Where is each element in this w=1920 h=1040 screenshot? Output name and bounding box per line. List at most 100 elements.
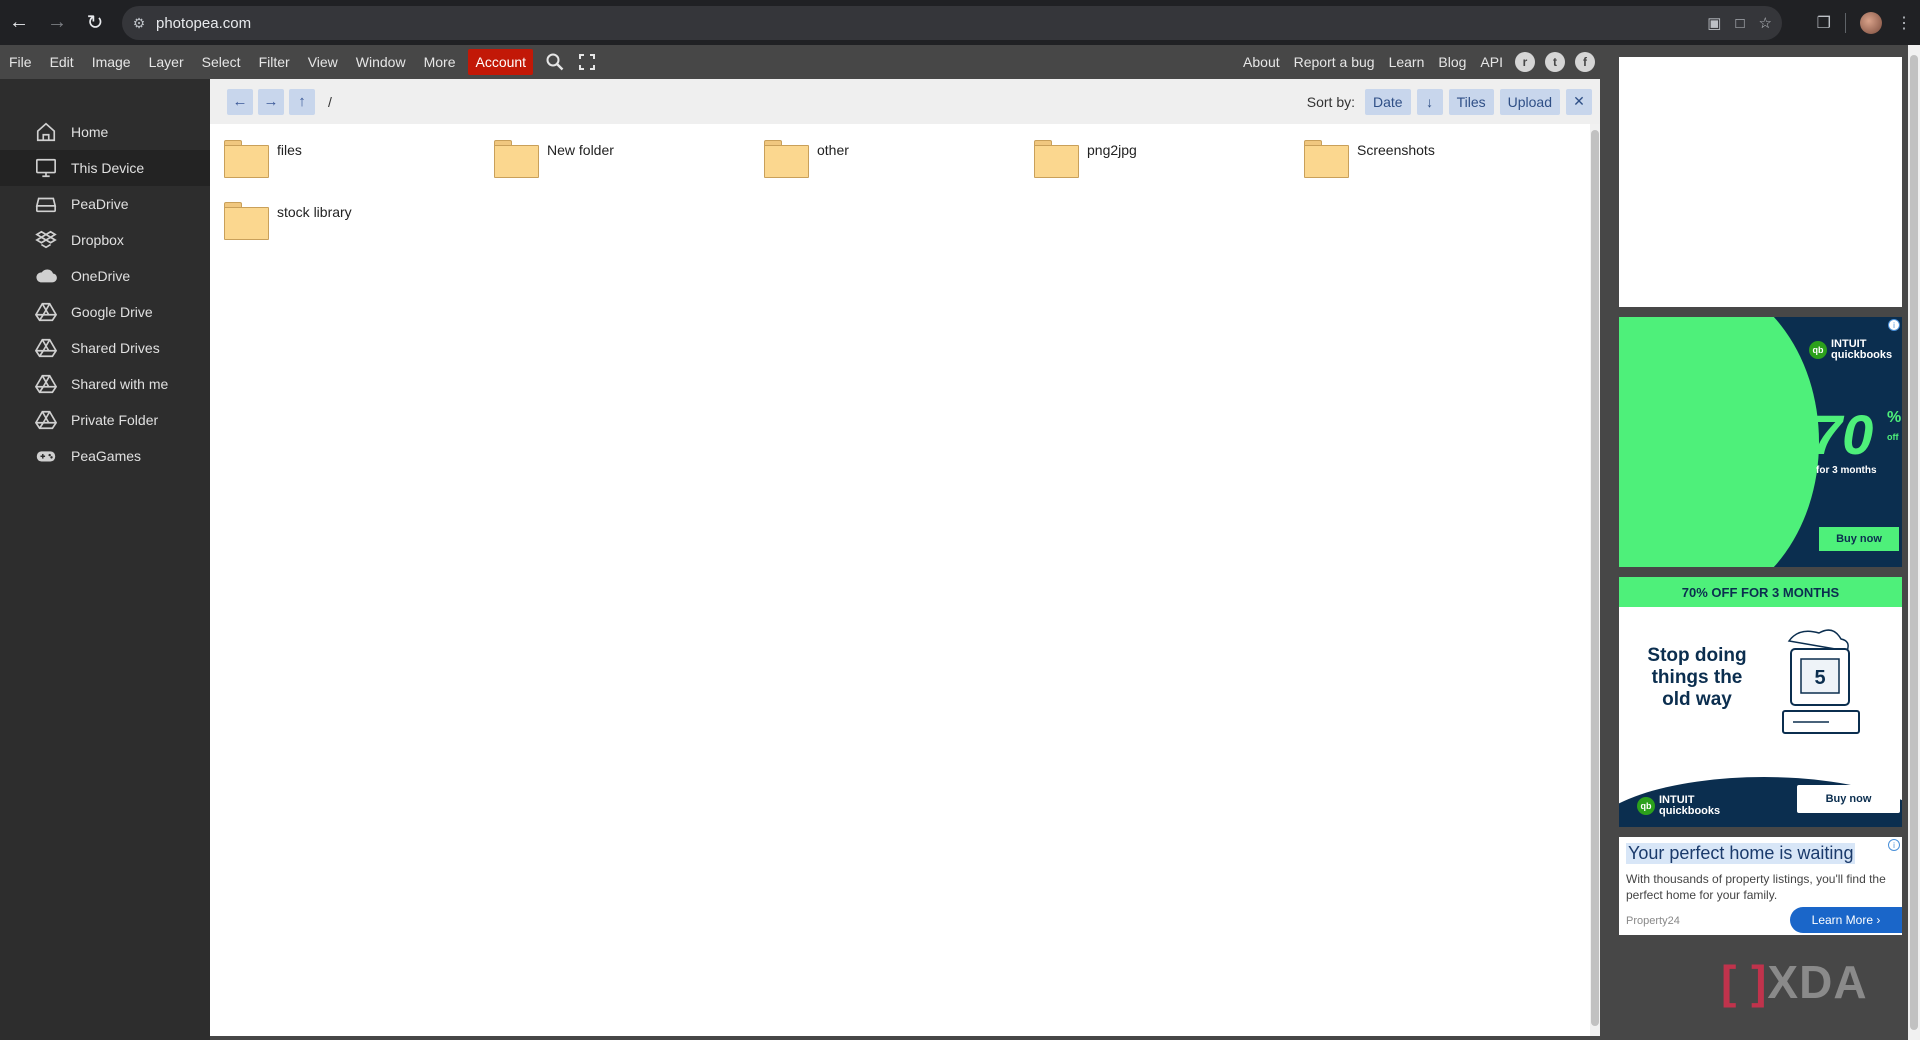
reddit-icon[interactable]: r xyxy=(1510,45,1540,79)
menu-blog[interactable]: Blog xyxy=(1431,45,1473,79)
sidebar-item-label: This Device xyxy=(71,160,145,176)
sidebar-item-home[interactable]: Home xyxy=(0,114,210,150)
ad-buy-now-button[interactable]: Buy now xyxy=(1819,527,1899,551)
menu-window[interactable]: Window xyxy=(347,45,415,79)
site-settings-icon[interactable]: ⚙ xyxy=(122,6,156,40)
menu-layer[interactable]: Layer xyxy=(140,45,193,79)
storage-sidebar: Home This Device PeaDrive Dropbox OneDri… xyxy=(0,79,210,1040)
sidebar-item-label: Home xyxy=(71,124,109,140)
twitter-icon[interactable]: t xyxy=(1540,45,1570,79)
ad-banner-text: 70% OFF FOR 3 MONTHS xyxy=(1619,577,1902,607)
browser-toolbar: ← → ↻ ⚙ photopea.com ▣ □ ☆ ❐ ⋮ xyxy=(0,0,1920,45)
folder-icon xyxy=(494,140,539,178)
back-arrow-icon[interactable]: ← xyxy=(0,4,38,42)
menu-filter[interactable]: Filter xyxy=(250,45,299,79)
sidebar-item-private-folder[interactable]: Private Folder xyxy=(0,402,210,438)
sidebar-item-google-drive[interactable]: Google Drive xyxy=(0,294,210,330)
ad-column: i qb INTUIT quickbooks 70 % off for 3 mont… xyxy=(1600,45,1920,1040)
ad-quickbooks-old-way[interactable]: 70% OFF FOR 3 MONTHS Stop doing things t… xyxy=(1619,577,1902,827)
nav-forward-button[interactable]: → xyxy=(258,88,284,115)
folder-name: Screenshots xyxy=(1357,142,1435,158)
folder-item[interactable]: other xyxy=(764,140,849,178)
arrow-down-icon: ↓ xyxy=(1426,93,1434,110)
ad-info-icon[interactable]: i xyxy=(1888,319,1900,331)
sidebar-item-peagames[interactable]: PeaGames xyxy=(0,438,210,474)
view-mode-button[interactable]: Tiles xyxy=(1448,88,1494,115)
ad-property24[interactable]: i Your perfect home is waiting With thou… xyxy=(1619,837,1902,935)
sort-by-button[interactable]: Date xyxy=(1365,88,1411,115)
gamepad-icon xyxy=(34,444,58,468)
upload-button[interactable]: Upload xyxy=(1499,88,1560,115)
toolbar-separator xyxy=(1845,12,1846,33)
folder-item[interactable]: New folder xyxy=(494,140,614,178)
fullscreen-icon[interactable] xyxy=(571,45,603,79)
monitor-icon xyxy=(34,156,58,180)
folder-item[interactable]: Screenshots xyxy=(1304,140,1435,178)
menu-view[interactable]: View xyxy=(299,45,347,79)
google-drive-icon xyxy=(34,336,58,360)
account-button[interactable]: Account xyxy=(468,49,534,75)
home-icon xyxy=(34,120,58,144)
reader-mode-icon[interactable]: □ xyxy=(1735,15,1744,32)
sort-direction-button[interactable]: ↓ xyxy=(1416,88,1443,115)
folder-item[interactable]: png2jpg xyxy=(1034,140,1137,178)
folder-icon xyxy=(764,140,809,178)
sidebar-item-shared-drives[interactable]: Shared Drives xyxy=(0,330,210,366)
folder-icon xyxy=(224,202,269,240)
ad-description: With thousands of property listings, you… xyxy=(1626,872,1886,902)
sidebar-item-label: Shared Drives xyxy=(71,340,160,356)
url-text[interactable]: photopea.com xyxy=(156,15,251,32)
menu-image[interactable]: Image xyxy=(83,45,140,79)
sidebar-item-this-device[interactable]: This Device xyxy=(0,150,210,186)
profile-avatar[interactable] xyxy=(1860,11,1882,34)
ad-buy-now-button[interactable]: Buy now xyxy=(1797,785,1900,813)
install-app-icon[interactable]: ▣ xyxy=(1707,14,1721,32)
scrollbar-thumb[interactable] xyxy=(1591,130,1599,1026)
address-bar[interactable]: ⚙ photopea.com ▣ □ ☆ xyxy=(122,6,1782,40)
menu-file[interactable]: File xyxy=(0,45,41,79)
menu-more[interactable]: More xyxy=(415,45,465,79)
ad-learn-more-button[interactable]: Learn More › xyxy=(1790,907,1902,933)
facebook-icon[interactable]: f xyxy=(1570,45,1600,79)
folder-name: files xyxy=(277,142,302,158)
close-button[interactable]: ✕ xyxy=(1566,88,1592,115)
extensions-icon[interactable]: ❐ xyxy=(1817,13,1831,33)
ad-green-shape xyxy=(1619,317,1819,567)
file-scrollbar[interactable] xyxy=(1590,124,1600,1036)
sidebar-item-peadrive[interactable]: PeaDrive xyxy=(0,186,210,222)
sidebar-item-shared-with-me[interactable]: Shared with me xyxy=(0,366,210,402)
ad-quickbooks-discount[interactable]: i qb INTUIT quickbooks 70 % off for 3 mont… xyxy=(1619,317,1902,567)
menu-report-bug[interactable]: Report a bug xyxy=(1287,45,1382,79)
folder-name: png2jpg xyxy=(1087,142,1137,158)
sidebar-item-onedrive[interactable]: OneDrive xyxy=(0,258,210,294)
menu-learn[interactable]: Learn xyxy=(1382,45,1432,79)
nav-up-button[interactable]: ↑ xyxy=(289,88,315,115)
menu-about[interactable]: About xyxy=(1236,45,1287,79)
more-vert-icon[interactable]: ⋮ xyxy=(1896,13,1912,33)
ad-brand: quickbooks xyxy=(1831,349,1893,361)
ad-discount-number: 70 xyxy=(1811,403,1874,466)
nav-back-button[interactable]: ← xyxy=(227,88,253,115)
ad-title[interactable]: Your perfect home is waiting xyxy=(1626,843,1856,864)
ad-info-icon[interactable]: i xyxy=(1888,839,1900,851)
forward-arrow-icon[interactable]: → xyxy=(38,4,76,42)
search-icon[interactable] xyxy=(539,45,571,79)
bookmark-star-icon[interactable]: ☆ xyxy=(1759,14,1772,32)
page-scrollbar[interactable] xyxy=(1908,45,1920,1040)
menu-select[interactable]: Select xyxy=(193,45,250,79)
ad-headline: Stop doing things the old way xyxy=(1647,645,1747,710)
scrollbar-thumb[interactable] xyxy=(1910,55,1918,1030)
sidebar-item-dropbox[interactable]: Dropbox xyxy=(0,222,210,258)
menu-edit[interactable]: Edit xyxy=(41,45,83,79)
menu-api[interactable]: API xyxy=(1473,45,1510,79)
file-toolbar: ← → ↑ / Sort by: Date ↓ Tiles Upload ✕ xyxy=(210,79,1600,124)
folder-item[interactable]: stock library xyxy=(224,202,352,240)
retro-computer-illustration: 5 xyxy=(1782,629,1860,734)
ad-discount-percent: % off xyxy=(1887,409,1901,445)
ad-screen-number: 5 xyxy=(1814,667,1825,689)
xda-watermark: [ ]XDA xyxy=(1721,955,1868,1009)
folder-item[interactable]: files xyxy=(224,140,302,178)
quickbooks-logo: qb INTUIT quickbooks xyxy=(1809,339,1892,361)
reload-icon[interactable]: ↻ xyxy=(76,4,114,42)
folder-icon xyxy=(224,140,269,178)
